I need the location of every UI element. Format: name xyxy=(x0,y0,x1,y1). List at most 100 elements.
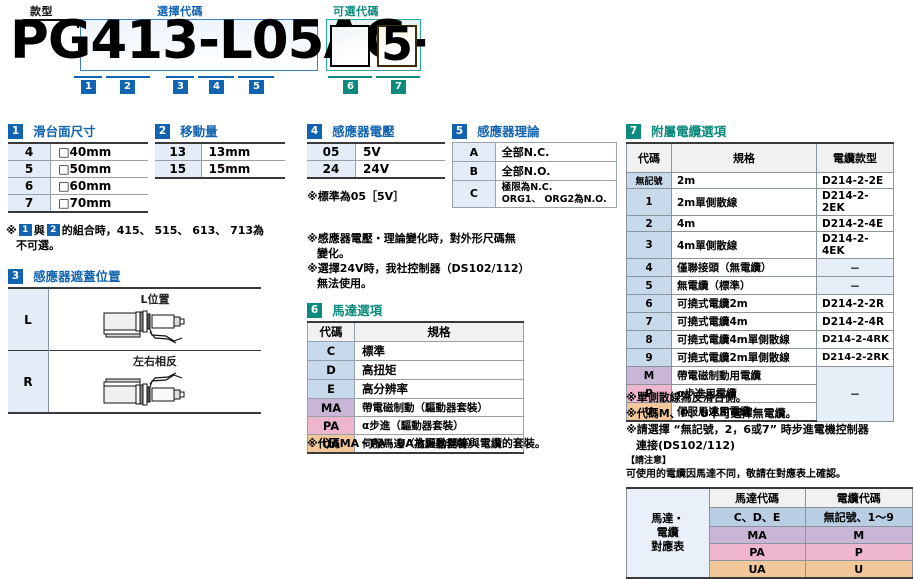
spec-sheet-page: 款型 選擇代碼 可選代碼 PG413-L05AG- 5 1 2 3 4 5 6 … xyxy=(0,0,913,579)
cell-spec: 24V xyxy=(355,160,445,179)
chip-7: 7 xyxy=(391,80,406,94)
cell-code: D xyxy=(307,360,355,380)
table-row[interactable]: E 高分辨率 xyxy=(307,379,524,399)
section-2-heading: 2 移動量 xyxy=(155,121,285,139)
cell-spec: 帶電磁制動用電纜 xyxy=(671,366,817,385)
table-row[interactable]: 8 可撓式電纜4m單側散線 D214-2-4RK xyxy=(626,330,894,349)
cell-spec: □50mm xyxy=(50,160,148,178)
cell-spec: 標準 xyxy=(354,341,524,361)
table-row[interactable]: 15 15mm xyxy=(155,160,285,179)
section-3-table: L L位置 R 左右相反 xyxy=(8,287,261,414)
col-header-model: 電纜款型 xyxy=(816,142,894,173)
section-1: 1 滑台面尺寸 4 □40mm 5 □50mm 6 □60mm 7 □70mm xyxy=(8,121,148,213)
cell-spec: 帶電磁制動（驅動器套裝） xyxy=(354,398,524,417)
section-5: 5 感應器理論 A 全部N.C. B 全部N.O. C 極限為N.C. ORG1… xyxy=(452,121,618,208)
cell-spec: 無電纜（標準） xyxy=(671,276,817,295)
section-1-note: ※ 1 與 2 的組合時，415、 515、 613、 713為 不可選。 xyxy=(6,224,296,254)
section-4-title: 感應器電壓 xyxy=(332,124,395,139)
cell-code: 05 xyxy=(307,142,356,161)
section-2-badge: 2 xyxy=(155,124,170,139)
section-4-heading: 4 感應器電壓 xyxy=(307,121,457,139)
table-row[interactable]: 6 □60mm xyxy=(8,177,148,195)
table-row[interactable]: 2 4m D214-2-4E xyxy=(626,215,894,232)
section-6-badge: 6 xyxy=(307,303,322,318)
cell-spec: 高扭矩 xyxy=(354,360,524,380)
table-row[interactable]: 05 5V xyxy=(307,142,445,161)
note-line-1b: 變化。 xyxy=(317,246,350,260)
section-1-title: 滑台面尺寸 xyxy=(33,124,96,139)
section-6-note: ※代碼MA・PA・UA為驅動器等與電纜的套裝。 xyxy=(307,437,546,450)
table-row[interactable]: 13 13mm xyxy=(155,142,285,161)
note-line-3: ※請選擇 “無記號，2，6或7” 時步進電機控制器 xyxy=(626,422,869,436)
table-row[interactable]: 7 □70mm xyxy=(8,194,148,213)
cell-spec: □60mm xyxy=(50,177,148,195)
cell-code: A xyxy=(452,142,496,162)
table-row[interactable]: 1 2m單側散線 D214-2-2EK xyxy=(626,188,894,216)
section-6-heading: 6 馬達選項 xyxy=(307,300,557,318)
figure-caption-l: L位置 xyxy=(140,293,170,306)
cell-model: D214-2-4R xyxy=(816,312,894,331)
table-row[interactable]: C 極限為N.C. ORG1、 ORG2為N.O. xyxy=(452,180,618,208)
cell-spec: 可撓式電纜2m xyxy=(671,294,817,313)
table-row[interactable]: A 全部N.C. xyxy=(452,142,618,162)
cell-spec: 4m xyxy=(671,215,817,232)
cell-code: 3 xyxy=(626,231,672,259)
cell-model: D214-2-2RK xyxy=(816,348,894,367)
section-2-table: 13 13mm 15 15mm xyxy=(155,142,285,179)
table-row[interactable]: 5 □50mm xyxy=(8,160,148,178)
cell-spec: 5V xyxy=(355,142,445,161)
stage-diagram-l xyxy=(49,308,261,346)
col-header-code: 代碼 xyxy=(307,321,355,342)
table-row[interactable]: 無記號 2m D214-2-2E xyxy=(626,172,894,189)
motor-cable-correspondence: 馬達・ 電纜 對應表 馬達代碼 電纜代碼 C、D、E 無記號、1～9 MA M … xyxy=(626,487,913,579)
corr-cell-motor: MA xyxy=(708,526,806,544)
stage-diagram-l-icon xyxy=(103,310,185,344)
section-4-table: 05 5V 24 24V xyxy=(307,142,445,179)
cell-code: 8 xyxy=(626,330,672,349)
correspondence-table: 馬達・ 電纜 對應表 馬達代碼 電纜代碼 C、D、E 無記號、1～9 MA M … xyxy=(626,487,913,579)
corr-side-line1: 馬達・ xyxy=(651,512,685,526)
note-body-2: 不可選。 xyxy=(16,238,60,252)
cell-spec: 4m單側散線 xyxy=(671,231,817,259)
table-row[interactable]: 24 24V xyxy=(307,160,445,179)
table-row[interactable]: R 左右相反 xyxy=(8,350,261,414)
table-row[interactable]: MA 帶電磁制動（驅動器套裝） xyxy=(307,398,524,417)
corr-cell-motor: UA xyxy=(708,560,806,579)
table-row[interactable]: 7 可撓式電纜4m D214-2-4R xyxy=(626,312,894,331)
cell-model: D214-2-4E xyxy=(816,215,894,232)
section-4: 4 感應器電壓 05 5V 24 24V xyxy=(307,121,457,179)
cell-code: 13 xyxy=(155,142,202,161)
table-row[interactable]: 4 □40mm xyxy=(8,142,148,161)
cell-code: 2 xyxy=(626,215,672,232)
table-row[interactable]: L L位置 xyxy=(8,287,261,351)
cell-spec: 高分辨率 xyxy=(354,379,524,399)
table-row[interactable]: 4 僅聯接頭（無電纜） － xyxy=(626,258,894,277)
chip-6: 6 xyxy=(343,80,358,94)
section-3: 3 感應器遮蓋位置 L L位置 R 左右相反 xyxy=(8,266,293,414)
table-row[interactable]: B 全部N.O. xyxy=(452,161,618,181)
table-row[interactable]: D 高扭矩 xyxy=(307,360,524,380)
cell-position-code: L xyxy=(8,287,49,351)
section-5-title: 感應器理論 xyxy=(477,124,540,139)
cell-spec: 可撓式電纜4m單側散線 xyxy=(671,330,817,349)
option-box-6[interactable] xyxy=(330,25,370,67)
table-row[interactable]: C 標準 xyxy=(307,341,524,361)
chip-3: 3 xyxy=(173,80,188,94)
section-4-note-standard: ※標準為05［5V］ xyxy=(307,190,405,203)
cell-code: 無記號 xyxy=(626,172,672,189)
note-line-1: ※單側散線為反滑台側。 xyxy=(626,391,747,404)
section-7: 7 附屬電纜選項 代碼 規格 電纜款型 無記號 2m D214-2-2E 1 2… xyxy=(626,121,906,422)
cell-code: 9 xyxy=(626,348,672,367)
cell-code: 4 xyxy=(626,258,672,277)
table-row[interactable]: M 帶電磁制動用電纜 － xyxy=(626,366,894,422)
table-row[interactable]: 3 4m單側散線 D214-2-4EK xyxy=(626,231,894,259)
table-row[interactable]: 9 可撓式電纜2m單側散線 D214-2-2RK xyxy=(626,348,894,367)
corr-cell-cable: P xyxy=(804,543,913,561)
table-row[interactable]: PA α步進（驅動器套裝） xyxy=(307,416,524,435)
table-row[interactable]: 5 無電纜（標準） － xyxy=(626,276,894,295)
caution-body: 可使用的電纜因馬達不同，敬請在對應表上確認。 xyxy=(626,468,846,480)
section-5-heading: 5 感應器理論 xyxy=(452,121,617,139)
chip-1: 1 xyxy=(81,80,96,94)
corr-cell-cable: M xyxy=(804,526,913,544)
table-row[interactable]: 6 可撓式電纜2m D214-2-2R xyxy=(626,294,894,313)
